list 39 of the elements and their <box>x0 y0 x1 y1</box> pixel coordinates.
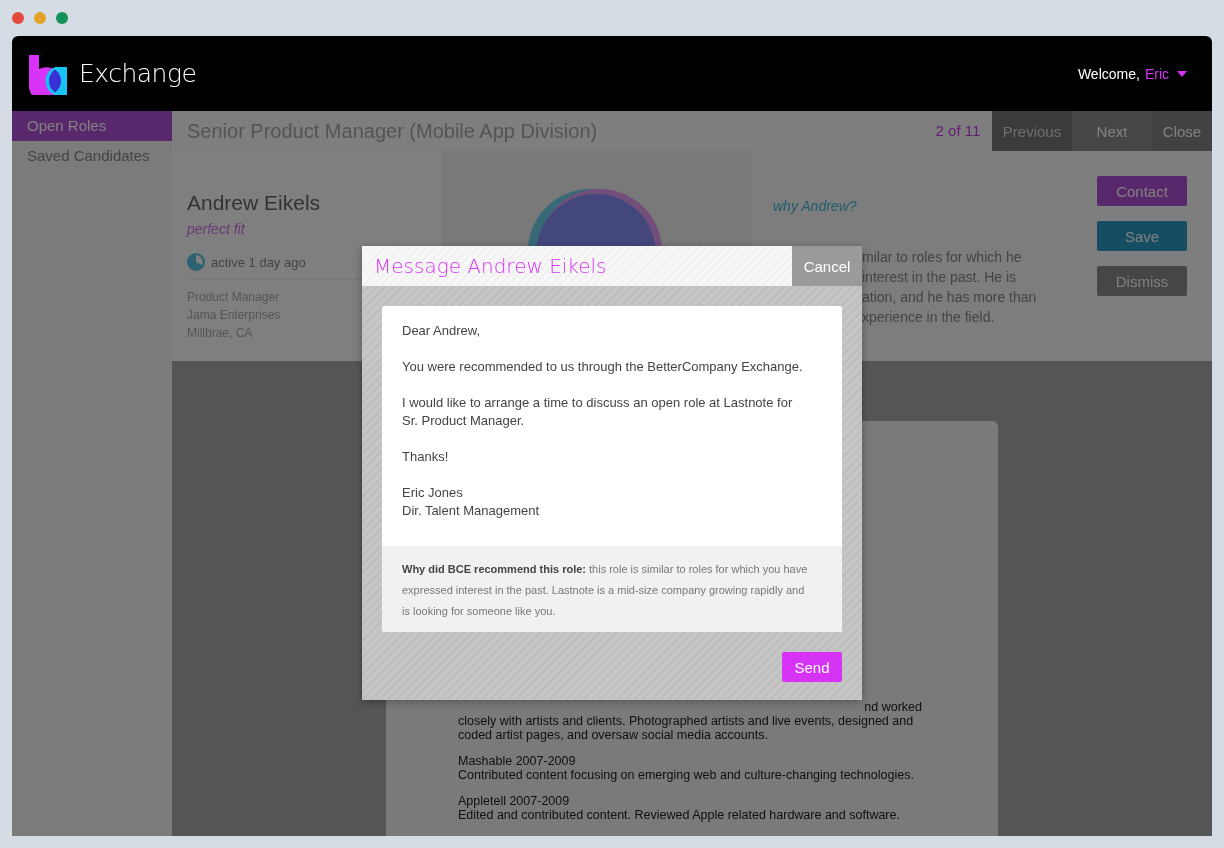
window-control-dot[interactable] <box>34 12 46 24</box>
candidate-name: Andrew Eikels <box>187 191 321 215</box>
reason-text: ation, and he has more than <box>862 288 1038 307</box>
resume-text: coded artist pages, and oversaw social media accounts. <box>458 728 769 742</box>
message-text: You were recommended to us through the BetterCompany Exchange. <box>402 358 804 376</box>
message-text: I would like to arrange a time to discuss an open role at Lastnote for <box>402 394 794 412</box>
resume-text: Mashable 2007-2009 <box>458 754 577 768</box>
resume-text: Edited and contributed content. Reviewed Apple related hardware and software. <box>458 808 901 822</box>
logo-icon <box>27 52 69 95</box>
activity-pie-icon <box>187 253 205 271</box>
message-field[interactable] <box>382 306 842 632</box>
window-control-dot[interactable] <box>56 12 68 24</box>
send-button[interactable]: Send <box>782 652 842 682</box>
brand-name: Exchange <box>79 59 197 88</box>
window-control-dot[interactable] <box>12 12 24 24</box>
user-menu-button[interactable]: Eric <box>1144 65 1187 82</box>
fit-label: perfect fit <box>187 221 246 237</box>
reason-text: xperience in the field. <box>862 308 996 327</box>
welcome-text: Welcome, <box>1077 65 1140 82</box>
action-button[interactable]: Contact <box>1097 176 1187 206</box>
reason-text: interest in the past. He is <box>862 268 1018 287</box>
sidebar-item[interactable]: Open Roles <box>12 111 172 141</box>
caret-icon <box>1177 70 1187 77</box>
recommendation-note: Why did BCE recommend this role: this role is similar to roles for which you have expressed interest in the past. Lastnote is a mid-size company growing rapidly and is looking for someone like you. <box>382 546 842 632</box>
activity-text: active 1 day ago <box>211 254 306 270</box>
action-button[interactable]: Save <box>1097 221 1187 251</box>
cancel-button[interactable]: Cancel <box>792 246 862 286</box>
resume-text: nd worked <box>863 700 922 714</box>
resume-text: Contributed content focusing on emerging web and culture-changing technologies. <box>458 768 915 782</box>
message-text: Dir. Talent Management <box>402 502 541 520</box>
resume-text: closely with artists and clients. Photographed artists and live events, designed and <box>458 714 915 728</box>
message-text: Sr. Product Manager. <box>402 412 526 430</box>
why-heading: why Andrew? <box>773 198 857 214</box>
message-text: Thanks! <box>402 448 450 466</box>
dialog-title: Message Andrew Eikels <box>373 253 608 280</box>
reason-text: milar to roles for which he <box>862 248 1023 267</box>
resume-text: Appletell 2007-2009 <box>458 794 571 808</box>
message-text: Eric Jones <box>402 484 464 502</box>
message-text: Dear Andrew, <box>402 322 482 340</box>
